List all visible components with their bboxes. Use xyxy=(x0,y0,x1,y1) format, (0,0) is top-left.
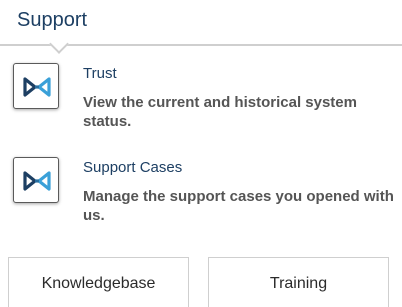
support-item-trust[interactable]: Trust View the current and historical sy… xyxy=(0,58,402,138)
item-description-trust: View the current and historical system s… xyxy=(83,94,357,130)
bowtie-logo-icon xyxy=(13,157,59,203)
panel-header: Support xyxy=(0,0,402,54)
support-item-support-cases[interactable]: Support Cases Manage the support cases y… xyxy=(0,152,402,232)
item-description-support-cases: Manage the support cases you opened with… xyxy=(83,188,394,224)
training-button[interactable]: Training xyxy=(208,257,389,307)
item-title-trust[interactable]: Trust xyxy=(83,65,117,82)
item-title-support-cases[interactable]: Support Cases xyxy=(83,159,182,176)
header-pointer xyxy=(49,34,69,54)
panel-title: Support xyxy=(17,9,88,31)
bowtie-logo-icon xyxy=(13,63,59,109)
knowledgebase-button[interactable]: Knowledgebase xyxy=(8,257,189,307)
support-panel: Support Trust View the current and histo… xyxy=(0,0,402,307)
